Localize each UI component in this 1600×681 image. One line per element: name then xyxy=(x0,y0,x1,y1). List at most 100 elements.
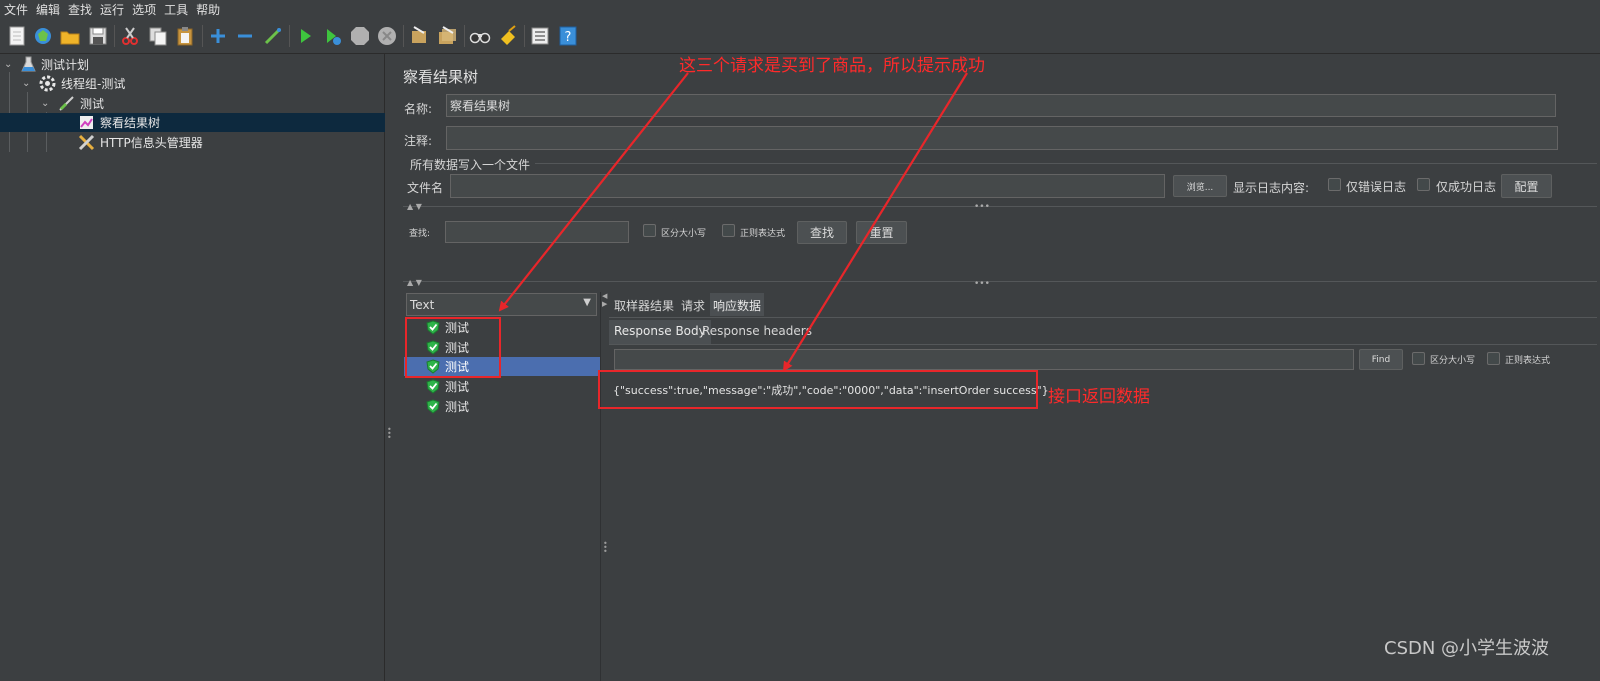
file-section-label: 所有数据写入一个文件 xyxy=(410,158,531,172)
split-arrows-icon[interactable]: ▲ ▼ xyxy=(407,278,422,287)
http-sampler-icon xyxy=(59,96,74,111)
annotation-highlight-box xyxy=(405,317,501,378)
shutdown-icon[interactable] xyxy=(376,25,398,47)
browse-button[interactable]: 浏览... xyxy=(1173,175,1227,197)
response-regex-checkbox[interactable] xyxy=(1487,352,1500,365)
expand-icon[interactable] xyxy=(207,25,229,47)
tab-response-data[interactable]: 响应数据 xyxy=(710,293,765,316)
chevron-down-icon: ▼ xyxy=(583,297,591,308)
subtab-response-body[interactable]: Response Body xyxy=(609,320,711,344)
tab-sampler-result[interactable]: 取样器结果 xyxy=(614,297,674,314)
grip-dots-icon: ••• xyxy=(974,202,990,212)
reset-button[interactable]: 重置 xyxy=(856,221,907,244)
errors-only-checkbox[interactable] xyxy=(1328,178,1341,191)
tree-item-result-tree[interactable]: 察看结果树 xyxy=(0,113,385,132)
tree-item-label: HTTP信息头管理器 xyxy=(100,136,203,150)
svg-text:?: ? xyxy=(565,30,572,45)
toolbar: ? xyxy=(0,19,1600,54)
find-button[interactable]: 查找 xyxy=(797,221,847,244)
cut-icon[interactable] xyxy=(119,25,141,47)
response-case-label: 区分大小写 xyxy=(1430,356,1476,366)
split-arrows-icon[interactable]: ◀ ▶ xyxy=(602,292,607,308)
tree-item-label: 测试计划 xyxy=(41,58,90,72)
grip-dots-icon: ••• xyxy=(603,539,608,556)
tree-item-http-sampler[interactable]: ⌄ 测试 xyxy=(0,94,385,113)
split-handle[interactable]: • • • xyxy=(386,54,392,681)
menu-bar: 文件 编辑 查找 运行 选项 工具 帮助 xyxy=(0,0,1600,18)
success-only-checkbox[interactable] xyxy=(1417,178,1430,191)
menu-search[interactable]: 查找 xyxy=(64,1,96,18)
response-find-button[interactable]: Find xyxy=(1359,349,1403,370)
result-tree-icon xyxy=(80,116,93,129)
errors-only-label: 仅错误日志 xyxy=(1346,180,1407,194)
watermark: CSDN @小学生波波 xyxy=(1384,638,1550,659)
stop-icon[interactable] xyxy=(349,25,371,47)
start-no-pause-icon[interactable] xyxy=(321,25,343,47)
name-label: 名称: xyxy=(404,102,433,116)
menu-edit[interactable]: 编辑 xyxy=(32,1,64,18)
renderer-select[interactable]: Text ▼ xyxy=(406,293,597,316)
log-display-label: 显示日志内容: xyxy=(1233,181,1310,195)
save-icon[interactable] xyxy=(87,25,109,47)
collapse-icon[interactable] xyxy=(234,25,256,47)
search-input[interactable] xyxy=(445,221,629,243)
chevron-down-icon[interactable]: ⌄ xyxy=(22,78,30,89)
menu-help[interactable]: 帮助 xyxy=(192,1,224,18)
search-icon[interactable] xyxy=(469,25,491,47)
menu-tools[interactable]: 工具 xyxy=(160,1,192,18)
clear-all-icon[interactable] xyxy=(436,25,458,47)
list-item[interactable]: 测试 xyxy=(404,377,600,396)
success-shield-icon xyxy=(426,379,440,394)
name-field[interactable]: 察看结果树 xyxy=(446,94,1556,117)
list-item-label: 测试 xyxy=(445,380,470,394)
case-sensitive-label: 区分大小写 xyxy=(661,229,707,239)
filename-label: 文件名 xyxy=(407,181,444,195)
toggle-icon[interactable] xyxy=(262,25,284,47)
paste-icon[interactable] xyxy=(174,25,196,47)
menu-run[interactable]: 运行 xyxy=(96,1,128,18)
help-icon[interactable]: ? xyxy=(557,25,579,47)
templates-icon[interactable] xyxy=(32,25,54,47)
chevron-down-icon[interactable]: ⌄ xyxy=(4,59,12,70)
regex-label: 正则表达式 xyxy=(740,229,786,239)
header-manager-icon xyxy=(78,134,95,151)
case-sensitive-checkbox[interactable] xyxy=(643,224,656,237)
comment-field[interactable] xyxy=(446,126,1558,150)
subtab-response-headers[interactable]: Response headers xyxy=(702,324,812,338)
open-icon[interactable] xyxy=(59,25,81,47)
test-plan-tree: ⌄ 测试计划 ⌄ 线程组-测试 ⌄ 测试 察看结果树 HTTP信息头管理器 xyxy=(0,54,385,681)
result-split-handle[interactable]: ◀ ▶ • • • xyxy=(600,292,608,681)
reset-search-icon[interactable] xyxy=(497,25,519,47)
tree-item-thread-group[interactable]: ⌄ 线程组-测试 xyxy=(0,74,385,93)
menu-options[interactable]: 选项 xyxy=(128,1,160,18)
tree-item-label: 察看结果树 xyxy=(100,116,161,130)
function-helper-icon[interactable] xyxy=(529,25,551,47)
success-shield-icon xyxy=(426,399,440,414)
regex-checkbox[interactable] xyxy=(722,224,735,237)
response-search-input[interactable] xyxy=(614,349,1354,370)
tab-request[interactable]: 请求 xyxy=(681,297,705,314)
annotation-side-note: 接口返回数据 xyxy=(1048,387,1150,407)
tree-item-header-manager[interactable]: HTTP信息头管理器 xyxy=(0,133,385,152)
split-arrows-icon[interactable]: ▲ ▼ xyxy=(407,202,422,211)
configure-button[interactable]: 配置 xyxy=(1501,174,1552,198)
copy-icon[interactable] xyxy=(147,25,169,47)
list-item[interactable]: 测试 xyxy=(404,397,600,416)
tree-item-test-plan[interactable]: ⌄ 测试计划 xyxy=(0,55,385,74)
clear-icon[interactable] xyxy=(408,25,430,47)
grip-dots-icon: ••• xyxy=(974,279,990,289)
response-case-checkbox[interactable] xyxy=(1412,352,1425,365)
new-icon[interactable] xyxy=(6,25,28,47)
annotation-response-box xyxy=(598,370,1038,409)
menu-file[interactable]: 文件 xyxy=(0,1,32,18)
page-title: 察看结果树 xyxy=(403,68,479,86)
list-item-label: 测试 xyxy=(445,400,470,414)
start-icon[interactable] xyxy=(294,25,316,47)
grip-dots-icon: ••• xyxy=(387,425,392,442)
filename-field[interactable] xyxy=(450,174,1165,198)
response-regex-label: 正则表达式 xyxy=(1505,356,1551,366)
annotation-top-note: 这三个请求是买到了商品，所以提示成功 xyxy=(679,56,985,76)
chevron-down-icon[interactable]: ⌄ xyxy=(41,98,49,109)
tree-item-label: 线程组-测试 xyxy=(61,77,126,91)
success-only-label: 仅成功日志 xyxy=(1436,180,1497,194)
